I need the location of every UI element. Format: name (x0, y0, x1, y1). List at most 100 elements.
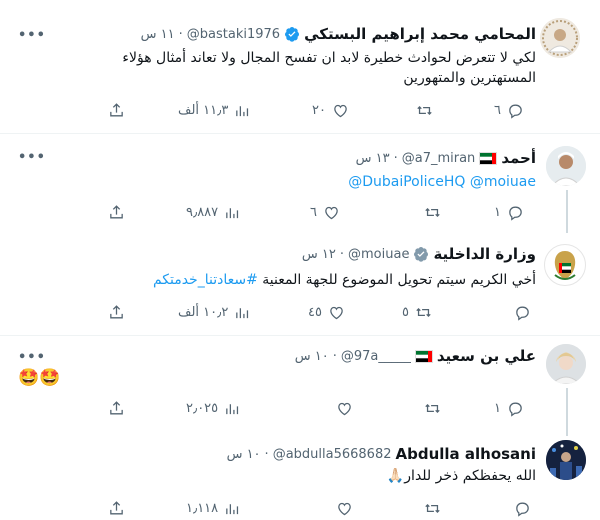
reply-button[interactable]: ١ (494, 202, 524, 222)
author-handle[interactable]: @abdulla5668682 (273, 447, 392, 462)
author-handle[interactable]: @a7_miran (402, 151, 476, 166)
author-name[interactable]: أحمد (501, 149, 536, 167)
divider (0, 133, 600, 134)
reply-button[interactable] (508, 498, 531, 518)
views-button[interactable]: ٢٫٠٢٥ (186, 398, 241, 418)
like-icon (330, 306, 343, 319)
tweet-text-plain: أخي الكريم سيتم تحويل الموضوع للجهة المع… (257, 272, 536, 288)
share-button[interactable] (108, 398, 125, 418)
views-count: ٩٫٨٨٧ (186, 204, 219, 220)
like-icon (338, 402, 351, 415)
author-handle[interactable]: @moiuae (348, 247, 409, 262)
reply-icon (516, 306, 529, 321)
share-button[interactable] (108, 100, 125, 120)
like-button[interactable] (330, 498, 353, 518)
views-button[interactable]: ٩٫٨٨٧ (186, 202, 241, 222)
like-button[interactable]: ٢٠ (312, 100, 349, 120)
more-icon[interactable]: ••• (18, 350, 45, 365)
dot-separator: · (332, 348, 337, 364)
reply-icon (516, 502, 529, 517)
tweet-text-plain: الله يحفظكم ذخر للدار🙏🏻 (386, 468, 536, 484)
hashtag-link[interactable]: #سعادتنا_خدمتكم (153, 272, 258, 288)
avatar[interactable] (546, 440, 586, 480)
action-bar: ١ ٢٫٠٢٥ (0, 398, 600, 418)
retweet-icon (425, 503, 440, 513)
author-name[interactable]: Abdulla alhosani (395, 445, 536, 463)
like-icon (334, 104, 347, 117)
retweet-count: ٥ (402, 304, 409, 320)
reply-button[interactable] (508, 302, 531, 322)
views-count: ١٠٫٢ ألف (178, 304, 229, 320)
like-count: ٦ (310, 204, 317, 220)
reply-button[interactable]: ٦ (494, 100, 524, 120)
avatar[interactable] (546, 146, 586, 186)
tweet-text: @DubaiPoliceHQ @moiuae (348, 172, 536, 192)
tweet-header: Abdulla alhosani @abdulla5668682 · ١٠ س (227, 444, 536, 464)
retweet-icon (425, 403, 440, 413)
dot-separator: · (339, 246, 345, 262)
divider (0, 335, 600, 336)
share-button[interactable] (108, 302, 125, 322)
retweet-button[interactable] (418, 202, 441, 222)
author-name[interactable]: المحامي محمد إبراهيم البستكي (304, 25, 536, 43)
views-count: ١٫١١٨ (186, 500, 219, 516)
tweet-time[interactable]: ١٣ س (356, 151, 390, 166)
author-name[interactable]: علي بن سعيد (437, 347, 536, 365)
share-button[interactable] (108, 202, 125, 222)
author-handle[interactable]: @bastaki1976 (187, 27, 280, 42)
views-button[interactable]: ١٫١١٨ (186, 498, 241, 518)
views-icon (226, 207, 239, 218)
uae-flag-icon (479, 151, 498, 165)
like-icon (325, 206, 338, 219)
share-icon (110, 500, 123, 514)
tweet-time[interactable]: ١١ س (141, 27, 175, 42)
more-icon[interactable]: ••• (18, 150, 45, 165)
tweet-header: المحامي محمد إبراهيم البستكي @bastaki197… (141, 24, 536, 44)
retweet-button[interactable]: ٥ (402, 302, 432, 322)
reply-count: ١ (494, 400, 501, 416)
share-icon (110, 102, 123, 116)
reply-count: ١ (494, 204, 501, 220)
share-icon (110, 304, 123, 318)
tweet-text: 🤩🤩 (18, 368, 60, 388)
retweet-button[interactable] (410, 100, 433, 120)
like-button[interactable]: ٦ (310, 202, 340, 222)
share-button[interactable] (108, 498, 125, 518)
tweet-text: لكي لا تتعرض لحوادث خطيرة لابد ان تفسح ا… (36, 48, 536, 88)
reply-button[interactable]: ١ (494, 398, 524, 418)
author-handle[interactable]: @97a_____ (341, 349, 411, 364)
tweet-header: علي بن سعيد @97a_____ · ١٠ س (295, 346, 536, 366)
avatar[interactable] (544, 244, 586, 286)
action-bar: ١ ٦ ٩٫٨٨٧ (0, 202, 600, 222)
retweet-icon (425, 207, 440, 217)
avatar[interactable] (540, 18, 580, 58)
tweet-time[interactable]: ١٠ س (295, 349, 329, 364)
action-bar: ٥ ٤٥ ١٠٫٢ ألف (0, 302, 600, 322)
tweet-text: أخي الكريم سيتم تحويل الموضوع للجهة المع… (36, 270, 536, 290)
share-icon (110, 204, 123, 218)
tweet-feed: المحامي محمد إبراهيم البستكي @bastaki197… (0, 0, 600, 520)
tweet-header: أحمد @a7_miran · ١٣ س (356, 148, 536, 168)
retweet-button[interactable] (418, 498, 441, 518)
verified-badge-icon (414, 247, 429, 262)
tweet-time[interactable]: ١٠ س (227, 447, 261, 462)
author-name[interactable]: وزارة الداخلية (433, 245, 536, 263)
more-icon[interactable]: ••• (18, 28, 45, 43)
retweet-icon (417, 105, 432, 115)
avatar[interactable] (546, 344, 586, 384)
mention-link[interactable]: @DubaiPoliceHQ @moiuae (348, 174, 536, 190)
views-button[interactable]: ١١٫٣ ألف (178, 100, 251, 120)
like-button[interactable] (330, 398, 353, 418)
like-button[interactable]: ٤٥ (308, 302, 345, 322)
dot-separator: · (264, 446, 269, 462)
views-button[interactable]: ١٠٫٢ ألف (178, 302, 251, 322)
uae-flag-icon (414, 349, 433, 363)
like-count: ٢٠ (312, 102, 326, 118)
action-bar: ١٫١١٨ (0, 498, 600, 518)
tweet-text: الله يحفظكم ذخر للدار🙏🏻 (387, 466, 536, 486)
share-icon (110, 400, 123, 414)
tweet-time[interactable]: ١٢ س (302, 247, 336, 262)
action-bar: ٦ ٢٠ ١١٫٣ ألف (0, 100, 600, 120)
retweet-button[interactable] (418, 398, 441, 418)
emoji-text: 🤩🤩 (18, 368, 61, 388)
